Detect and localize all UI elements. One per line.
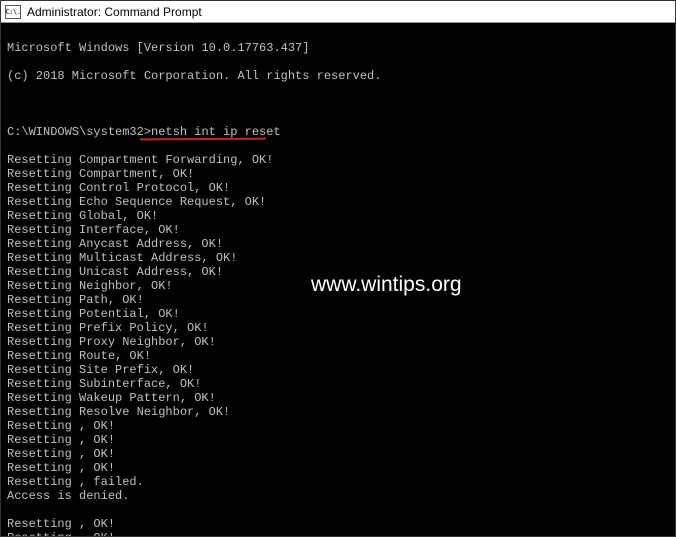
terminal-line: Resetting Wakeup Pattern, OK! — [7, 391, 669, 405]
terminal-line: Resetting Neighbor, OK! — [7, 279, 669, 293]
terminal-line: Resetting Site Prefix, OK! — [7, 363, 669, 377]
terminal-line: Resetting Compartment Forwarding, OK! — [7, 153, 669, 167]
terminal-line: Resetting , OK! — [7, 517, 669, 531]
terminal-line: Resetting , OK! — [7, 461, 669, 475]
prompt-prefix: C:\WINDOWS\system32> — [7, 125, 151, 139]
terminal-line — [7, 503, 669, 517]
terminal-line: Resetting Interface, OK! — [7, 223, 669, 237]
terminal-line: Resetting Echo Sequence Request, OK! — [7, 195, 669, 209]
titlebar[interactable]: C:\. Administrator: Command Prompt — [1, 1, 675, 23]
terminal-line: Resetting , OK! — [7, 447, 669, 461]
terminal-line: Microsoft Windows [Version 10.0.17763.43… — [7, 41, 669, 55]
window-title: Administrator: Command Prompt — [27, 5, 671, 19]
terminal-line: Resetting Global, OK! — [7, 209, 669, 223]
terminal-line: Resetting Resolve Neighbor, OK! — [7, 405, 669, 419]
terminal-blank — [7, 97, 669, 111]
terminal-line: Resetting , failed. — [7, 475, 669, 489]
terminal-line: Resetting Proxy Neighbor, OK! — [7, 335, 669, 349]
terminal-line: Resetting Subinterface, OK! — [7, 377, 669, 391]
command-prompt-window: C:\. Administrator: Command Prompt Micro… — [1, 1, 675, 536]
cmd-icon: C:\. — [5, 5, 21, 19]
terminal-line: Resetting Anycast Address, OK! — [7, 237, 669, 251]
terminal-line: Resetting Control Protocol, OK! — [7, 181, 669, 195]
terminal-line: Resetting Path, OK! — [7, 293, 669, 307]
red-underline-annotation — [140, 136, 266, 141]
terminal-line: (c) 2018 Microsoft Corporation. All righ… — [7, 69, 669, 83]
terminal-line: Resetting Route, OK! — [7, 349, 669, 363]
terminal-line: Resetting , OK! — [7, 419, 669, 433]
terminal-output[interactable]: Microsoft Windows [Version 10.0.17763.43… — [1, 23, 675, 536]
terminal-line: Resetting , OK! — [7, 531, 669, 536]
terminal-line: Access is denied. — [7, 489, 669, 503]
terminal-line: Resetting Unicast Address, OK! — [7, 265, 669, 279]
terminal-line: Resetting , OK! — [7, 433, 669, 447]
prompt-line: C:\WINDOWS\system32>netsh int ip reset — [7, 125, 669, 139]
terminal-line: Resetting Multicast Address, OK! — [7, 251, 669, 265]
terminal-line: Resetting Compartment, OK! — [7, 167, 669, 181]
terminal-line: Resetting Potential, OK! — [7, 307, 669, 321]
terminal-line: Resetting Prefix Policy, OK! — [7, 321, 669, 335]
